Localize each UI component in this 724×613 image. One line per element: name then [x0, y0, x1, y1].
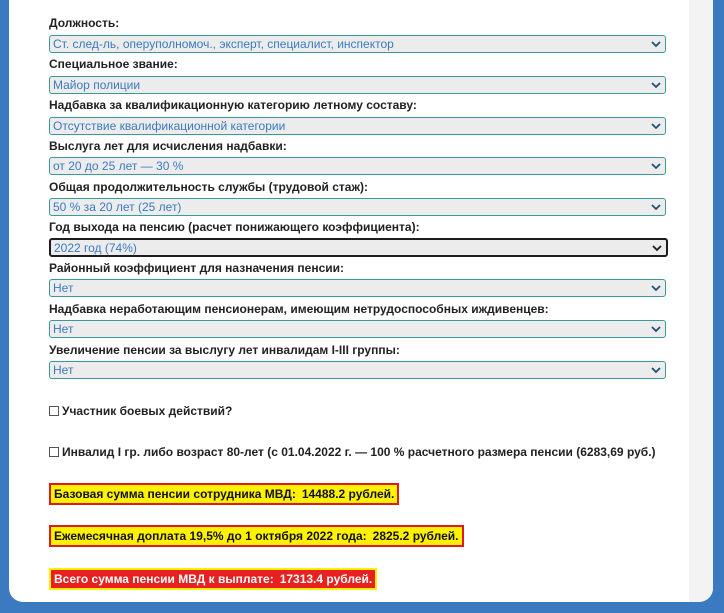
select-value: Нет: [53, 363, 74, 377]
label-position: Должность:: [49, 16, 120, 30]
select-value: Отсутствие квалификационной категории: [53, 119, 286, 133]
chevron-down-icon: [651, 204, 661, 211]
label-disability-increase: Увеличение пенсии за выслугу лет инвалид…: [49, 343, 400, 357]
checkbox-disabled-80[interactable]: [49, 447, 59, 457]
select-disability-increase[interactable]: Нет: [49, 361, 666, 379]
select-value: Нет: [53, 322, 74, 336]
select-dependents[interactable]: Нет: [49, 320, 666, 338]
result-label: Базовая сумма пенсии сотрудника МВД:: [54, 487, 296, 501]
select-service-length[interactable]: 50 % за 20 лет (25 лет): [49, 198, 666, 216]
select-position[interactable]: Ст. след-ль, оперуполномоч., эксперт, сп…: [49, 35, 666, 53]
label-regional-coef: Районный коэффициент для назначения пенс…: [49, 261, 345, 275]
result-label: Ежемесячная доплата 19,5% до 1 октября 2…: [54, 529, 367, 543]
label-rank: Специальное звание:: [49, 57, 178, 71]
select-value: от 20 до 25 лет — 30 %: [53, 159, 184, 173]
chevron-down-icon: [651, 285, 661, 292]
checkbox-combat-veteran[interactable]: [49, 406, 59, 416]
result-label: Всего сумма пенсии МВД к выплате:: [54, 572, 274, 586]
chevron-down-icon: [651, 163, 661, 170]
result-value: 14488.2 рублей.: [301, 487, 395, 501]
select-seniority[interactable]: от 20 до 25 лет — 30 %: [49, 157, 666, 175]
chevron-down-icon: [652, 245, 662, 252]
label-retirement-year: Год выхода на пенсию (расчет понижающего…: [49, 220, 420, 234]
label-seniority: Выслуга лет для исчисления надбавки:: [49, 139, 287, 153]
select-value: 50 % за 20 лет (25 лет): [53, 200, 182, 214]
chevron-down-icon: [651, 41, 661, 48]
checkbox-disabled-80-row[interactable]: Инвалид I гр. либо возраст 80-лет (с 01.…: [49, 445, 656, 459]
result-value: 2825.2 рублей.: [372, 529, 459, 543]
label-service-length: Общая продолжительность службы (трудовой…: [49, 180, 368, 194]
select-value: Ст. след-ль, оперуполномоч., эксперт, сп…: [53, 37, 394, 51]
checkbox-label: Инвалид I гр. либо возраст 80-лет (с 01.…: [62, 445, 656, 459]
checkbox-label: Участник боевых действий?: [62, 404, 233, 418]
total-pension-result: Всего сумма пенсии МВД к выплате: 17313.4…: [49, 568, 378, 590]
select-rank[interactable]: Майор полиции: [49, 76, 666, 94]
base-pension-result: Базовая сумма пенсии сотрудника МВД: 1448…: [49, 483, 400, 505]
calculator-panel: Должность: Ст. след-ль, оперуполномоч., …: [9, 0, 713, 602]
select-retirement-year[interactable]: 2022 год (74%): [49, 238, 668, 257]
chevron-down-icon: [651, 326, 661, 333]
label-qualification: Надбавка за квалификационную категорию л…: [49, 98, 417, 112]
chevron-down-icon: [651, 123, 661, 130]
select-value: Майор полиции: [53, 78, 141, 92]
select-value: 2022 год (74%): [54, 241, 137, 255]
chevron-down-icon: [651, 82, 661, 89]
select-regional-coef[interactable]: Нет: [49, 279, 666, 297]
select-value: Нет: [53, 281, 74, 295]
checkbox-combat-veteran-row[interactable]: Участник боевых действий?: [49, 404, 232, 418]
result-value: 17313.4 рублей.: [279, 572, 373, 586]
label-dependents: Надбавка неработающим пенсионерам, имеющ…: [49, 302, 549, 316]
select-qualification[interactable]: Отсутствие квалификационной категории: [49, 117, 666, 135]
chevron-down-icon: [651, 367, 661, 374]
monthly-supplement-result: Ежемесячная доплата 19,5% до 1 октября 2…: [49, 525, 464, 547]
side-rail: [689, 0, 713, 602]
